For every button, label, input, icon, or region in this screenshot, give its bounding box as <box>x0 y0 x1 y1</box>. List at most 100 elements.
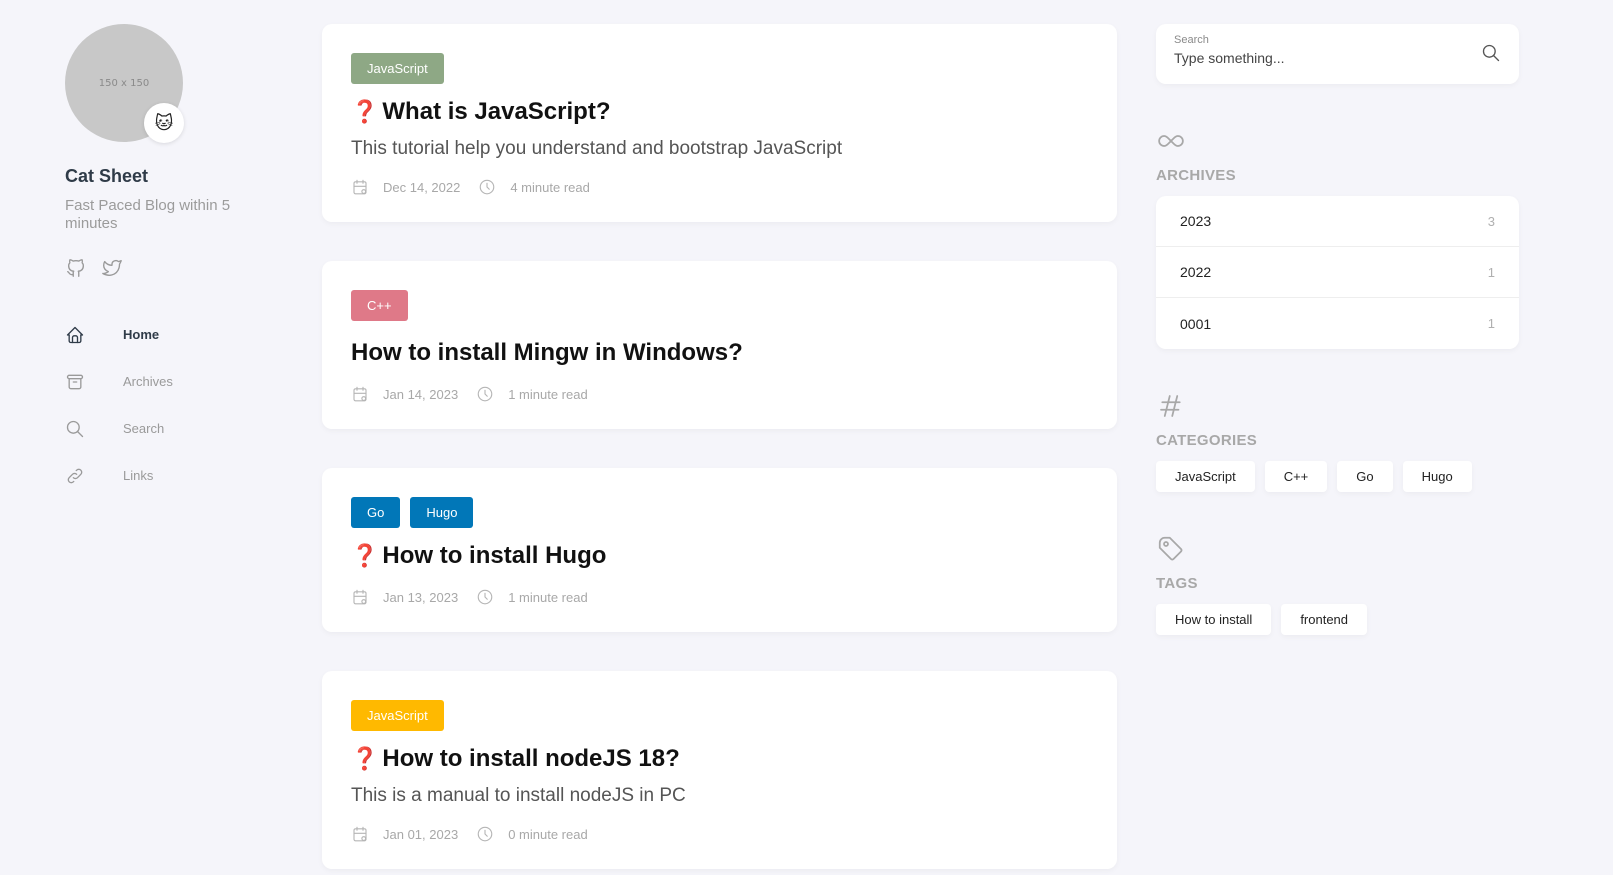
avatar[interactable]: 150 x 150 🐱 <box>65 24 184 143</box>
link-icon <box>65 466 85 486</box>
archive-item[interactable]: 0001 1 <box>1156 298 1519 349</box>
category-chip[interactable]: JavaScript <box>1156 461 1255 492</box>
post-read-time: 1 minute read <box>508 589 588 605</box>
post-title[interactable]: ❓ What is JavaScript? <box>351 98 1088 126</box>
category-badge[interactable]: Go <box>351 497 401 528</box>
archive-count: 1 <box>1487 264 1495 280</box>
post-card: JavaScript ❓ What is JavaScript? This tu… <box>322 24 1117 222</box>
category-badge[interactable]: C++ <box>351 290 408 321</box>
post-title-text: How to install nodeJS 18? <box>382 745 680 772</box>
categories-title: CATEGORIES <box>1156 432 1258 449</box>
search-label: Search <box>1174 34 1209 46</box>
post-title[interactable]: ❓ How to install nodeJS 18? <box>351 745 1088 773</box>
infinity-icon <box>1156 126 1186 156</box>
post-read-time: 4 minute read <box>510 179 590 195</box>
post-excerpt: This tutorial help you understand and bo… <box>351 138 843 159</box>
question-mark-icon: ❓ <box>351 543 379 569</box>
archives-widget: ARCHIVES 2023 3 2022 1 0001 1 <box>1156 126 1519 349</box>
post-title[interactable]: How to install Mingw in Windows? <box>351 339 1088 367</box>
post-card: Go Hugo ❓ How to install Hugo Jan 13, 20… <box>322 468 1117 632</box>
post-categories: Go Hugo <box>351 497 1088 528</box>
avatar-placeholder-text: 150 x 150 <box>98 77 150 89</box>
category-chip[interactable]: Hugo <box>1402 461 1472 492</box>
question-mark-icon: ❓ <box>351 99 379 125</box>
clock-icon <box>476 385 494 403</box>
post-read-time: 1 minute read <box>508 386 588 402</box>
archive-year: 0001 <box>1180 315 1212 332</box>
right-sidebar: Search ARCHIVES 2023 3 2022 1 0001 1 <box>1156 24 1519 635</box>
menu-item-home[interactable]: Home <box>65 311 265 358</box>
clock-icon <box>478 178 496 196</box>
archive-list: 2023 3 2022 1 0001 1 <box>1156 196 1519 349</box>
post-title[interactable]: ❓ How to install Hugo <box>351 542 1088 570</box>
menu-item-archives[interactable]: Archives <box>65 358 265 405</box>
tags-widget: TAGS How to install frontend <box>1156 534 1519 635</box>
search-input[interactable] <box>1174 50 1454 66</box>
categories-widget: CATEGORIES JavaScript C++ Go Hugo <box>1156 391 1519 492</box>
archive-year: 2022 <box>1180 264 1212 280</box>
post-title-text: What is JavaScript? <box>382 98 611 125</box>
calendar-icon <box>351 178 369 196</box>
menu-label-search: Search <box>123 421 165 436</box>
calendar-icon <box>351 385 369 403</box>
twitter-icon[interactable] <box>101 257 123 279</box>
tag-chip[interactable]: frontend <box>1281 604 1368 635</box>
avatar-emoji-badge: 🐱 <box>144 103 184 143</box>
social-links <box>65 257 265 279</box>
post-date: Jan 14, 2023 <box>383 386 459 402</box>
post-categories: JavaScript <box>351 53 1088 84</box>
hashtag-icon <box>1156 391 1186 421</box>
post-meta: Jan 01, 2023 0 minute read <box>351 825 1088 843</box>
question-mark-icon: ❓ <box>351 746 379 772</box>
post-date: Jan 01, 2023 <box>383 826 459 842</box>
post-meta: Jan 13, 2023 1 minute read <box>351 588 1088 606</box>
archives-title: ARCHIVES <box>1156 167 1236 184</box>
tag-chip[interactable]: How to install <box>1156 604 1272 635</box>
clock-icon <box>476 588 494 606</box>
search-button-icon[interactable] <box>1481 43 1501 63</box>
post-title-text: How to install Mingw in Windows? <box>351 339 743 366</box>
site-description: Fast Paced Blog within 5 minutes <box>65 197 231 232</box>
tag-chips: How to install frontend <box>1156 604 1519 635</box>
archive-year: 2023 <box>1180 213 1212 229</box>
menu-item-search[interactable]: Search <box>65 405 265 452</box>
post-list: JavaScript ❓ What is JavaScript? This tu… <box>322 24 1117 875</box>
category-badge[interactable]: JavaScript <box>351 53 444 84</box>
archive-icon <box>65 372 85 392</box>
post-card: JavaScript ❓ How to install nodeJS 18? T… <box>322 671 1117 869</box>
search-box: Search <box>1156 24 1519 84</box>
search-icon <box>65 419 85 439</box>
home-icon <box>65 325 85 345</box>
archive-count: 1 <box>1487 316 1495 331</box>
calendar-icon <box>351 825 369 843</box>
post-read-time: 0 minute read <box>508 826 588 842</box>
clock-icon <box>476 825 494 843</box>
archive-item[interactable]: 2023 3 <box>1156 196 1519 247</box>
category-badge[interactable]: JavaScript <box>351 700 444 731</box>
menu-label-links: Links <box>123 468 154 483</box>
post-title-text: How to install Hugo <box>382 542 607 569</box>
post-categories: JavaScript <box>351 700 1088 731</box>
github-icon[interactable] <box>65 257 87 279</box>
main-menu: Home Archives Search Links <box>65 311 265 499</box>
category-chip[interactable]: Go <box>1337 461 1393 492</box>
post-date: Dec 14, 2022 <box>383 179 461 195</box>
site-name[interactable]: Cat Sheet <box>65 166 265 187</box>
category-chips: JavaScript C++ Go Hugo <box>1156 461 1519 492</box>
menu-label-archives: Archives <box>123 374 173 389</box>
archive-item[interactable]: 2022 1 <box>1156 247 1519 298</box>
post-categories: C++ <box>351 290 1088 321</box>
archive-count: 3 <box>1487 213 1495 229</box>
category-chip[interactable]: C++ <box>1264 461 1328 492</box>
post-meta: Dec 14, 2022 4 minute read <box>351 178 1088 196</box>
post-card: C++ How to install Mingw in Windows? Jan… <box>322 261 1117 429</box>
tags-title: TAGS <box>1156 575 1198 592</box>
category-badge[interactable]: Hugo <box>410 497 474 528</box>
menu-item-links[interactable]: Links <box>65 452 265 499</box>
calendar-icon <box>351 588 369 606</box>
post-meta: Jan 14, 2023 1 minute read <box>351 385 1088 403</box>
left-sidebar: 150 x 150 🐱 Cat Sheet Fast Paced Blog wi… <box>65 24 265 499</box>
post-excerpt: This is a manual to install nodeJS in PC <box>351 785 686 806</box>
post-date: Jan 13, 2023 <box>383 589 459 605</box>
tag-icon <box>1156 534 1186 564</box>
